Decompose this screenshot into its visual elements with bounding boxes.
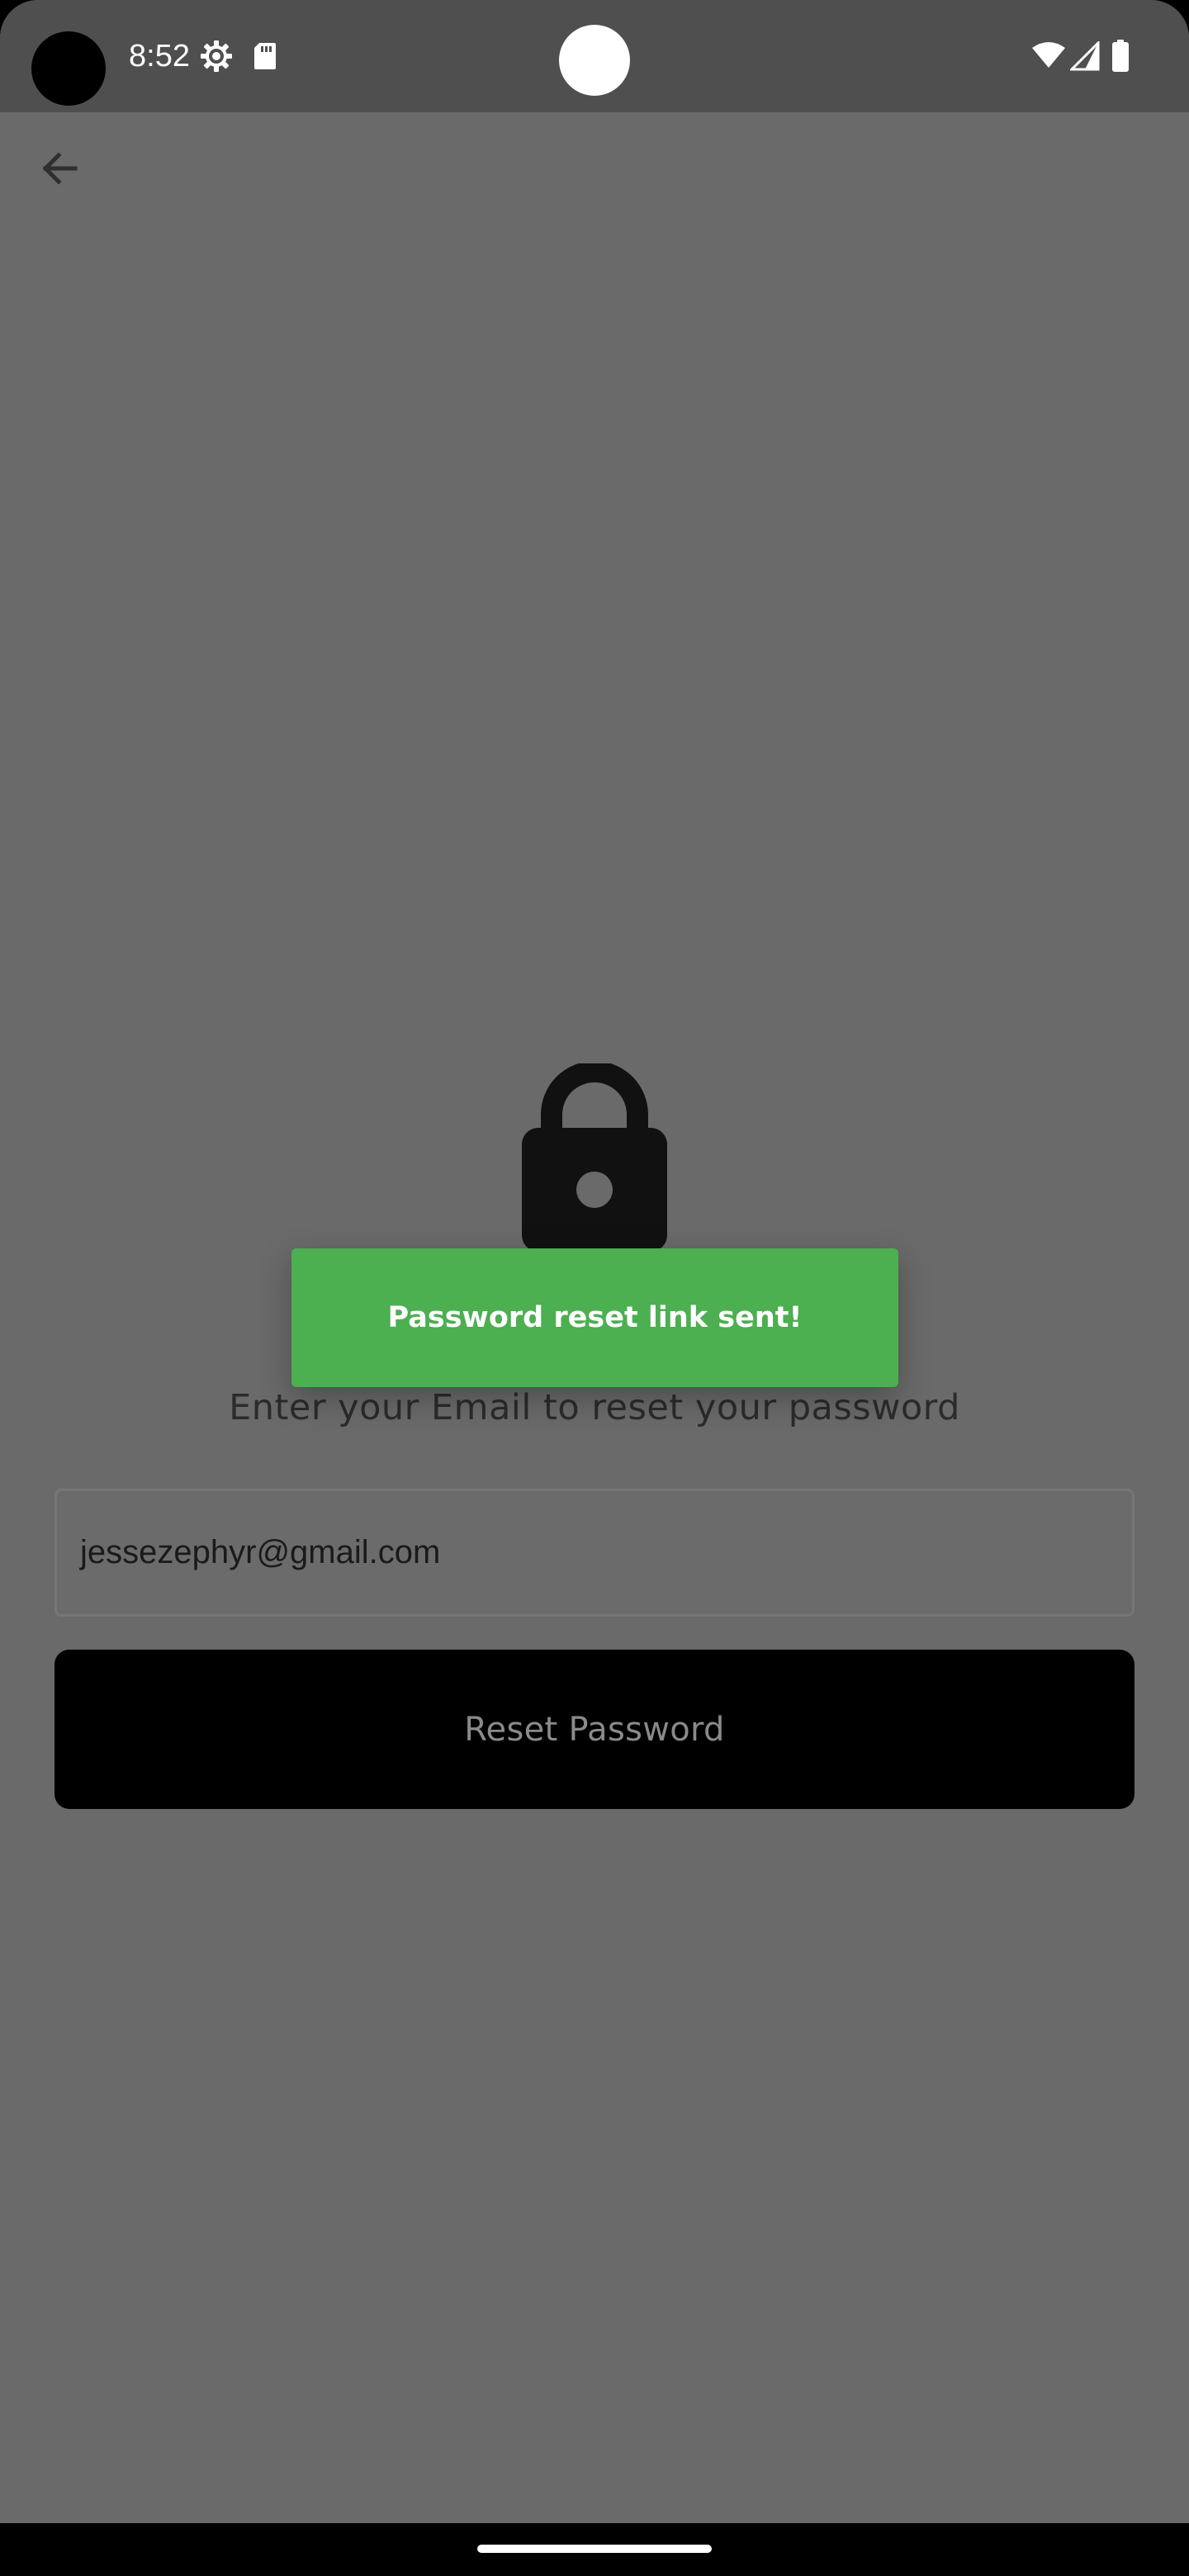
email-field[interactable]: jessezephyr@gmail.com [54,1489,1135,1617]
sd-card-icon [254,43,276,69]
wifi-icon [1032,42,1065,68]
lock-icon [522,1063,667,1252]
instruction-text: Enter your Email to reset your password [229,1387,960,1428]
reset-password-label: Reset Password [464,1710,725,1749]
back-button[interactable] [30,139,89,198]
cellular-signal-icon [1070,41,1100,71]
toast-message: Password reset link sent! [291,1248,898,1387]
home-indicator[interactable] [477,2545,712,2553]
status-time: 8:52 [129,39,190,73]
navigation-bar [0,2523,1189,2576]
settings-gear-icon [201,40,232,72]
toast-text: Password reset link sent! [387,1301,803,1334]
status-bar: 8:52 [0,0,1189,112]
arrow-left-icon [42,152,78,185]
front-camera [559,25,630,96]
screen: 8:52 Enter your Email to reset your pass… [0,0,1189,2576]
reset-password-button[interactable]: Reset Password [54,1650,1135,1809]
battery-icon [1112,40,1129,72]
email-value: jessezephyr@gmail.com [80,1534,441,1570]
camera-cutout [31,31,106,106]
